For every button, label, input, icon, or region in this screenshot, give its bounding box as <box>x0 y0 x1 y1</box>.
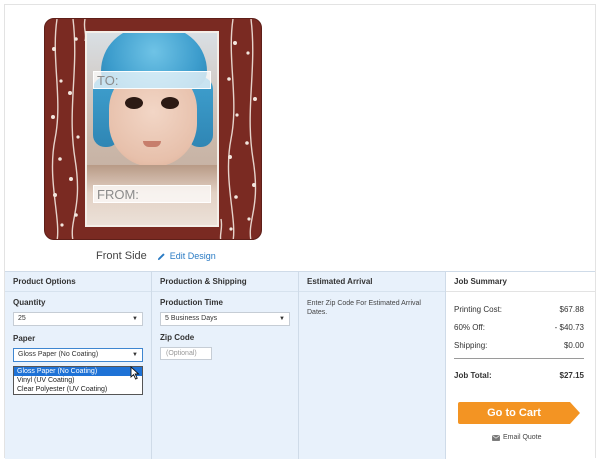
zip-code-input[interactable]: (Optional) <box>160 347 212 360</box>
email-quote-label: Email Quote <box>503 434 542 441</box>
quantity-value: 25 <box>18 315 26 322</box>
paper-option-gloss[interactable]: Gloss Paper (No Coating) <box>14 367 142 376</box>
estimated-arrival-column: Estimated Arrival Enter Zip Code For Est… <box>299 272 446 459</box>
discount-label: 60% Off: <box>454 323 485 332</box>
paper-label: Paper <box>13 334 36 343</box>
to-label-box: TO: <box>93 71 211 89</box>
mouse-cursor-icon <box>130 366 140 380</box>
quantity-select[interactable]: 25 ▼ <box>13 312 143 326</box>
pencil-icon <box>157 252 165 260</box>
printing-cost-row: Printing Cost: $67.88 <box>454 305 584 314</box>
edit-design-link[interactable]: Edit Design <box>157 251 216 261</box>
shipping-row: Shipping: $0.00 <box>454 341 584 350</box>
job-summary-column: Job Summary Printing Cost: $67.88 60% Of… <box>446 272 595 459</box>
product-options-heading: Product Options <box>5 272 151 292</box>
production-time-value: 5 Business Days <box>165 315 218 322</box>
go-to-cart-button[interactable]: Go to Cart <box>458 402 580 424</box>
paper-option-polyester[interactable]: Clear Polyester (UV Coating) <box>14 385 142 394</box>
chevron-down-icon: ▼ <box>279 316 285 322</box>
printing-cost-value: $67.88 <box>559 305 584 314</box>
quantity-label: Quantity <box>13 298 46 307</box>
edit-design-label: Edit Design <box>169 251 216 261</box>
email-quote-link[interactable]: Email Quote <box>492 434 542 441</box>
job-total-value: $27.15 <box>559 371 584 380</box>
job-total-label: Job Total: <box>454 371 492 380</box>
front-side-label: Front Side <box>96 250 147 262</box>
baby-photo: TO: FROM: <box>85 31 219 227</box>
estimated-arrival-heading: Estimated Arrival <box>299 272 445 292</box>
job-total-row: Job Total: $27.15 <box>454 371 584 380</box>
arrival-instructions: Enter Zip Code For Estimated Arrival Dat… <box>307 300 421 316</box>
paper-dropdown: Gloss Paper (No Coating) Vinyl (UV Coati… <box>13 366 143 395</box>
discount-value: - $40.73 <box>554 323 584 332</box>
zip-code-label: Zip Code <box>160 333 195 342</box>
product-options-column: Product Options Quantity 25 ▼ Paper Glos… <box>5 272 152 459</box>
envelope-icon <box>492 434 500 441</box>
paper-select[interactable]: Gloss Paper (No Coating) ▼ <box>13 348 143 362</box>
chevron-down-icon: ▼ <box>132 352 138 358</box>
discount-row: 60% Off: - $40.73 <box>454 323 584 332</box>
shipping-value: $0.00 <box>563 341 584 350</box>
production-shipping-heading: Production & Shipping <box>152 272 298 292</box>
shipping-label: Shipping: <box>454 341 488 350</box>
job-summary-heading: Job Summary <box>446 272 595 292</box>
paper-value: Gloss Paper (No Coating) <box>18 351 99 358</box>
go-to-cart-label: Go to Cart <box>487 407 541 419</box>
from-label-box: FROM: <box>93 185 211 203</box>
printing-cost-label: Printing Cost: <box>454 305 503 314</box>
card-background: TO: FROM: <box>44 18 262 240</box>
order-options: Product Options Quantity 25 ▼ Paper Glos… <box>5 271 595 459</box>
production-time-label: Production Time <box>160 298 223 307</box>
production-shipping-column: Production & Shipping Production Time 5 … <box>152 272 299 459</box>
preview-footer: Front Side Edit Design <box>96 248 216 264</box>
paper-option-vinyl[interactable]: Vinyl (UV Coating) <box>14 376 142 385</box>
summary-divider <box>454 358 584 359</box>
card-preview: TO: FROM: <box>44 18 262 240</box>
chevron-down-icon: ▼ <box>132 316 138 322</box>
production-time-select[interactable]: 5 Business Days ▼ <box>160 312 290 326</box>
